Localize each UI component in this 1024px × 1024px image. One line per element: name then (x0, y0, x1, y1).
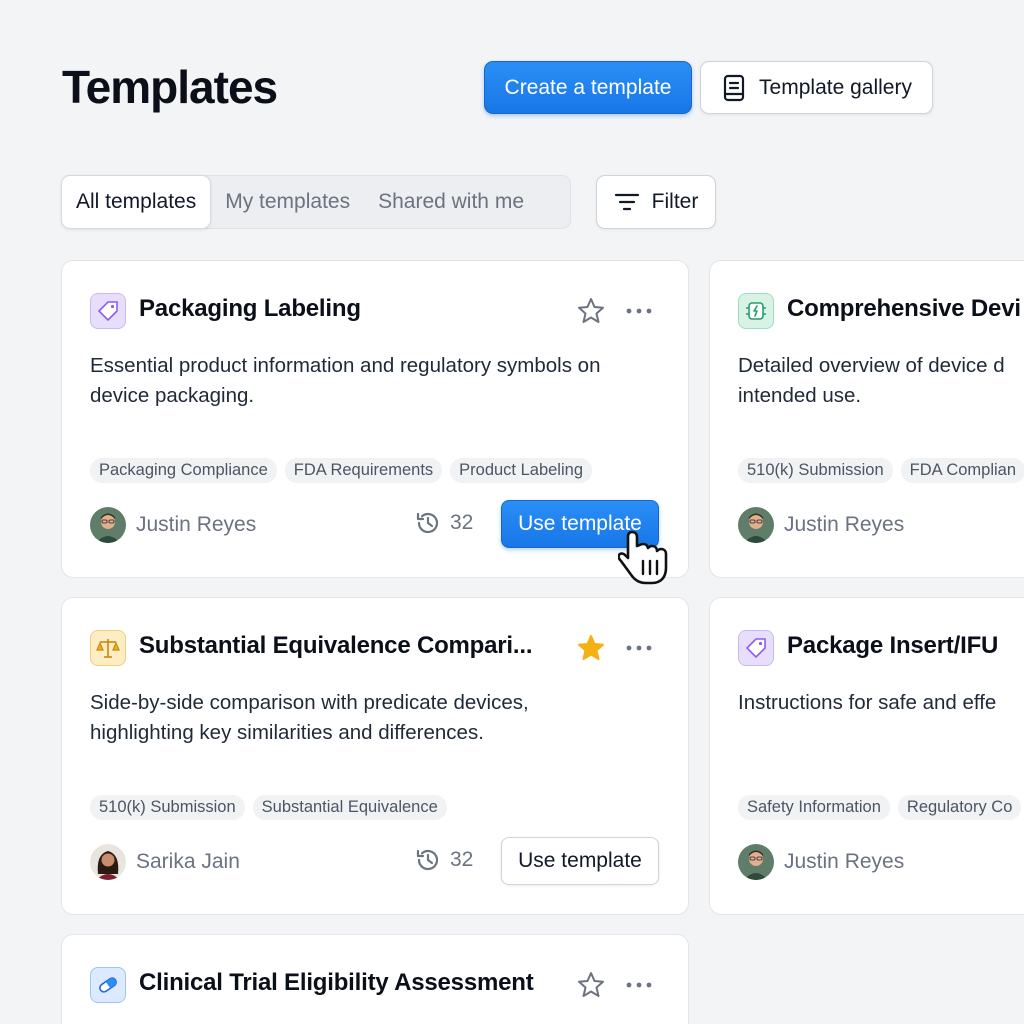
card-title: Substantial Equivalence Compari... (139, 632, 533, 659)
card-title: Package Insert/IFU (787, 632, 999, 659)
template-gallery-button[interactable]: Template gallery (700, 61, 933, 114)
template-card[interactable]: Packaging Labeling Essential product inf… (61, 260, 689, 578)
star-outline-icon[interactable] (576, 970, 606, 1000)
usage-count-value: 32 (450, 848, 474, 871)
device-icon (738, 293, 774, 329)
tag-list: Packaging Compliance FDA Requirements Pr… (90, 458, 592, 483)
author-name: Sarika Jain (136, 850, 240, 873)
author-name: Justin Reyes (784, 850, 905, 873)
card-title: Clinical Trial Eligibility Assessment (139, 969, 534, 996)
tag: Product Labeling (450, 458, 592, 483)
filter-icon (614, 193, 639, 211)
author: Justin Reyes (738, 844, 904, 880)
pill-icon (90, 967, 126, 1003)
use-template-button[interactable]: Use template (501, 837, 659, 885)
avatar (738, 507, 774, 543)
card-description: Essential product information and regula… (90, 354, 601, 407)
star-outline-icon[interactable] (576, 296, 606, 326)
tag: FDA Requirements (284, 458, 443, 483)
history-icon (416, 849, 439, 871)
tag-list: 510(k) Submission Substantial Equivalenc… (90, 795, 447, 820)
tab-my-templates[interactable]: My templates (211, 175, 364, 229)
filter-label: Filter (651, 190, 699, 213)
template-card[interactable]: Clinical Trial Eligibility Assessment (61, 934, 689, 1024)
tag-list: Safety Information Regulatory Co (738, 795, 1022, 820)
history-icon (416, 512, 439, 534)
tag: FDA Complian (900, 458, 1024, 483)
tag-list: 510(k) Submission FDA Complian (738, 458, 1024, 483)
author: Justin Reyes (90, 507, 256, 543)
hand-pointer-icon (618, 530, 668, 585)
create-template-button[interactable]: Create a template (484, 61, 692, 114)
avatar (738, 844, 774, 880)
avatar (90, 844, 126, 880)
tag-icon (90, 293, 126, 329)
more-options-icon[interactable] (624, 633, 654, 663)
scale-icon (90, 630, 126, 666)
usage-count: 32 (414, 846, 473, 874)
usage-count-value: 32 (450, 511, 474, 534)
more-options-icon[interactable] (624, 970, 654, 1000)
card-description: Detailed overview of device d intended u… (738, 354, 1005, 407)
document-icon (723, 74, 745, 101)
template-card[interactable]: Substantial Equivalence Compari... Side-… (61, 597, 689, 915)
tag: Regulatory Co (897, 795, 1022, 820)
page-title: Templates (62, 61, 278, 113)
card-title: Packaging Labeling (139, 295, 361, 322)
tab-shared-with-me[interactable]: Shared with me (364, 175, 538, 229)
author-name: Justin Reyes (784, 513, 905, 536)
author: Sarika Jain (90, 844, 240, 880)
tag: Substantial Equivalence (252, 795, 447, 820)
filter-button[interactable]: Filter (596, 175, 716, 229)
template-card[interactable]: Package Insert/IFU Instructions for safe… (709, 597, 1024, 915)
tag: 510(k) Submission (90, 795, 245, 820)
tag: Safety Information (738, 795, 890, 820)
tab-all-templates[interactable]: All templates (61, 175, 212, 229)
tag: 510(k) Submission (738, 458, 893, 483)
card-description: Side-by-side comparison with predicate d… (90, 691, 529, 744)
template-gallery-label: Template gallery (759, 75, 912, 99)
card-title: Comprehensive Devi (787, 295, 1021, 322)
template-tabs: All templates My templates Shared with m… (61, 175, 571, 229)
usage-count: 32 (414, 509, 473, 537)
card-description: Instructions for safe and effe (738, 691, 997, 714)
star-filled-icon[interactable] (576, 633, 606, 663)
template-card[interactable]: Comprehensive Devi Detailed overview of … (709, 260, 1024, 578)
author-name: Justin Reyes (136, 513, 257, 536)
author: Justin Reyes (738, 507, 904, 543)
avatar (90, 507, 126, 543)
more-options-icon[interactable] (624, 296, 654, 326)
tag-icon (738, 630, 774, 666)
tag: Packaging Compliance (90, 458, 277, 483)
